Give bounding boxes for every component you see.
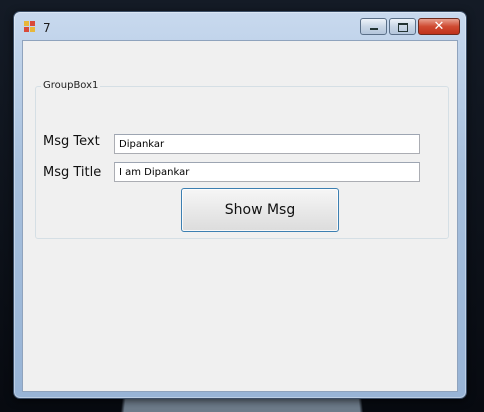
msg-title-label: Msg Title xyxy=(43,165,102,180)
maximize-icon xyxy=(398,23,408,32)
show-msg-button[interactable]: Show Msg xyxy=(181,188,339,232)
app-window: 7 ✕ GroupBox1 Msg Text Msg Title Show Ms… xyxy=(13,11,467,399)
maximize-button[interactable] xyxy=(389,18,416,35)
close-icon: ✕ xyxy=(433,19,445,34)
window-title: 7 xyxy=(43,21,51,35)
msg-text-input[interactable] xyxy=(114,134,420,154)
close-button[interactable]: ✕ xyxy=(418,18,460,35)
minimize-button[interactable] xyxy=(360,18,387,35)
form-client-area: GroupBox1 Msg Text Msg Title Show Msg xyxy=(22,40,458,392)
app-icon[interactable] xyxy=(24,21,36,33)
minimize-icon xyxy=(370,28,378,30)
groupbox-label: GroupBox1 xyxy=(41,80,101,91)
msg-text-label: Msg Text xyxy=(43,134,100,149)
msg-title-input[interactable] xyxy=(114,162,420,182)
title-bar[interactable]: 7 ✕ xyxy=(14,12,466,40)
caption-buttons: ✕ xyxy=(360,18,460,35)
